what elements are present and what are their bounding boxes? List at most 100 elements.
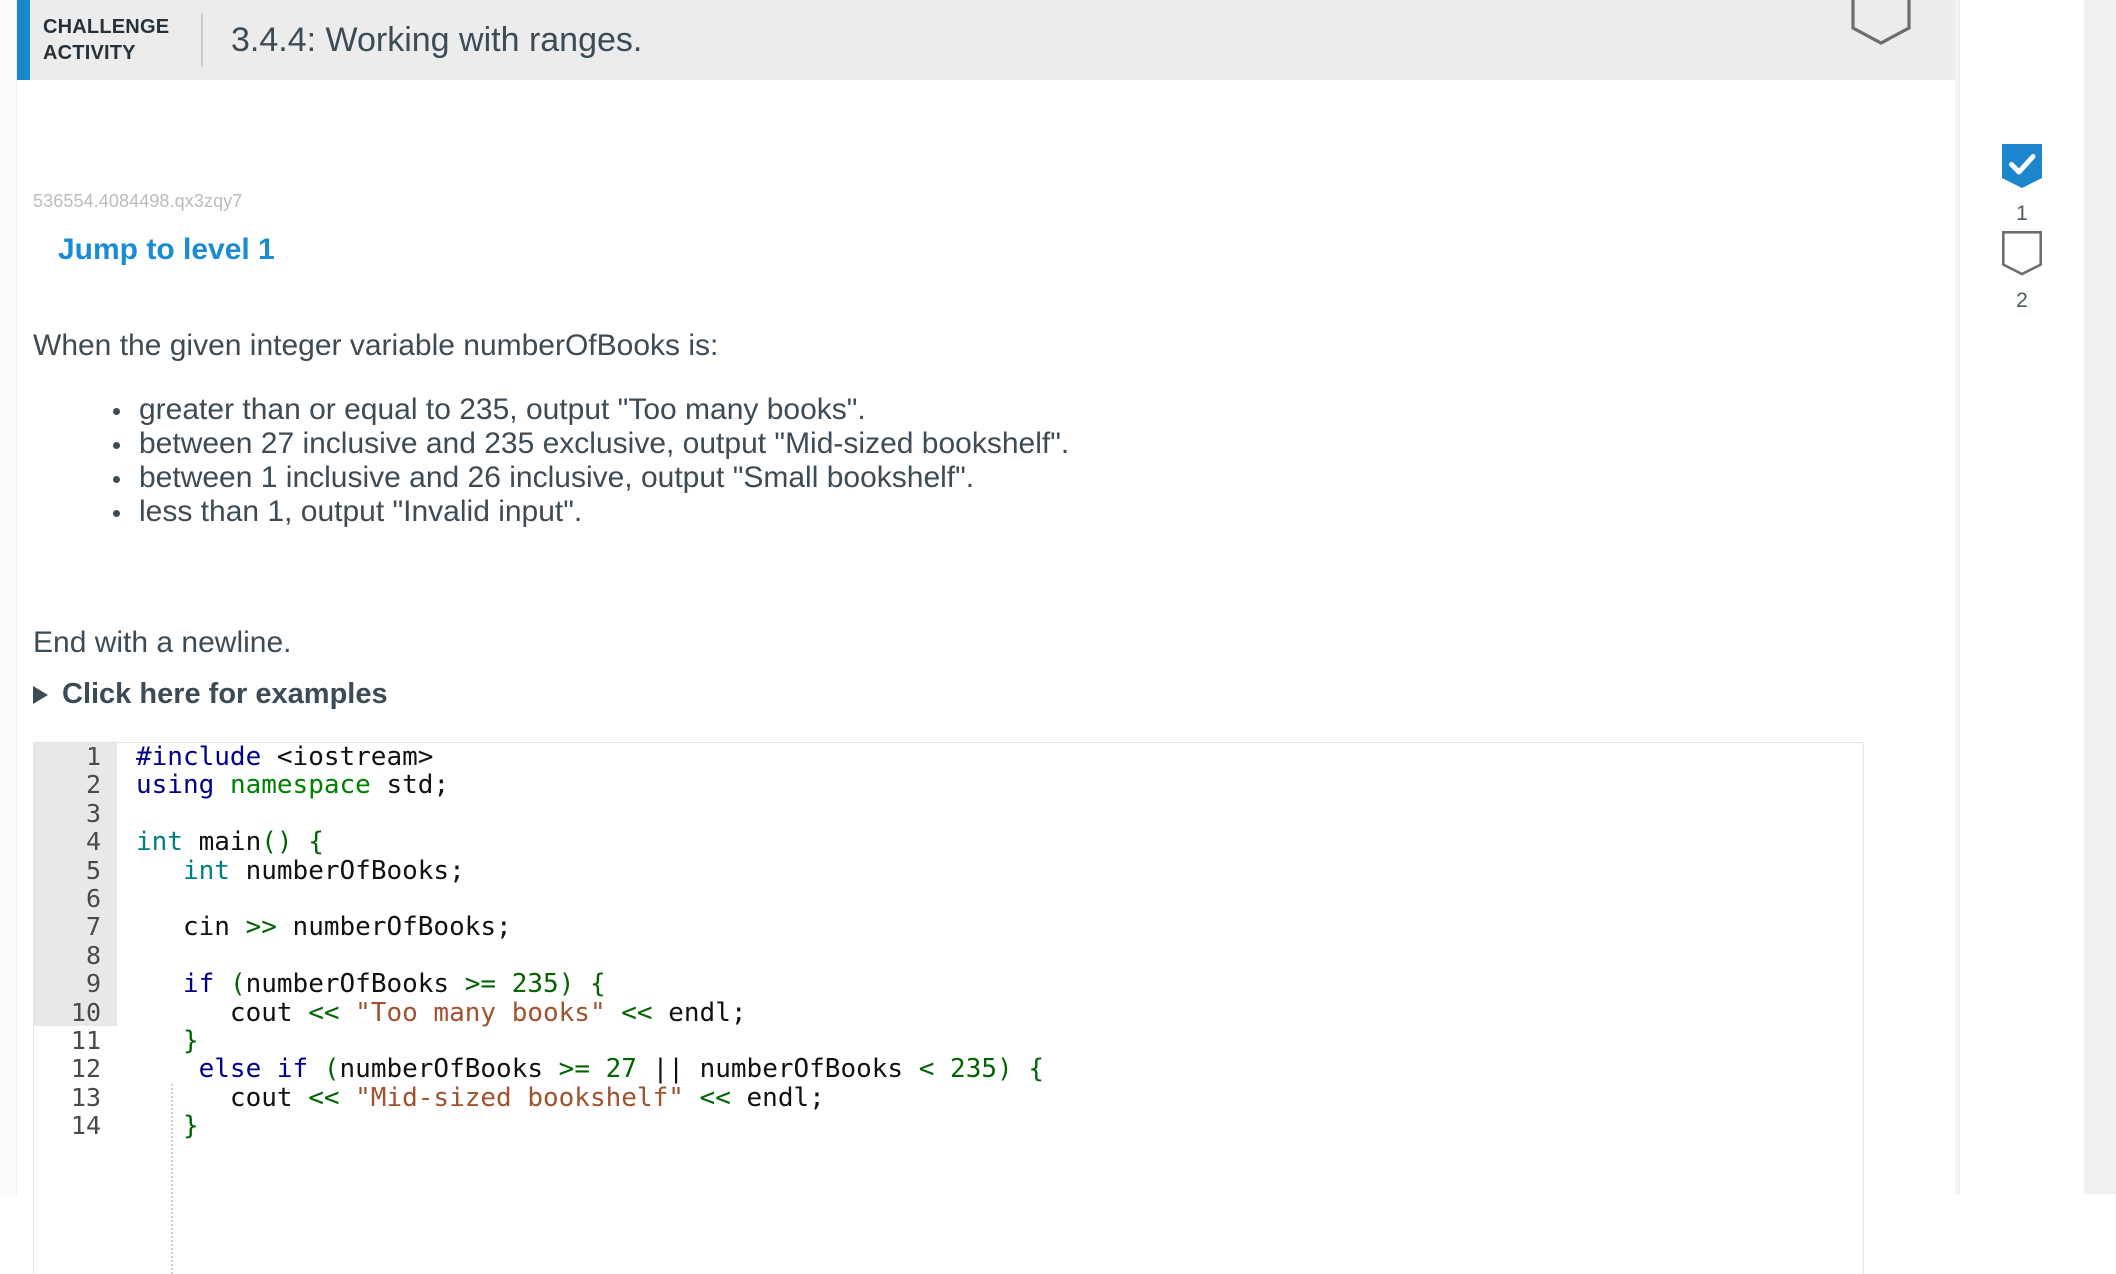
- code-token: {: [590, 969, 606, 1000]
- progress-step-1[interactable]: 1: [1960, 144, 2084, 226]
- line-number: 2: [85, 770, 101, 800]
- progress-step-2-label: 2: [2016, 289, 2028, 312]
- line-number: 12: [70, 1054, 101, 1084]
- page-left-edge: [0, 0, 17, 1194]
- code-line[interactable]: 10 cout << "Too many books" << endl;: [34, 997, 1863, 1028]
- code-token: cin: [136, 912, 246, 943]
- code-token: std;: [370, 770, 450, 801]
- code-line[interactable]: 3: [34, 798, 1863, 828]
- code-line-source: cout << "Mid-sized bookshelf" << endl;: [117, 1082, 825, 1113]
- code-token: numberOfBooks: [699, 1054, 919, 1085]
- requirements-list: greater than or equal to 235, output "To…: [33, 393, 1069, 528]
- code-token: endl;: [652, 997, 747, 1028]
- line-number: 11: [70, 1025, 101, 1055]
- list-item: between 27 inclusive and 235 exclusive, …: [33, 427, 1069, 460]
- code-token: ): [558, 969, 575, 1000]
- code-token: if: [182, 969, 215, 1000]
- code-token: namespace: [229, 770, 371, 801]
- page-right-edge: [2084, 0, 2116, 1194]
- code-token: 27: [605, 1054, 637, 1085]
- code-line[interactable]: 2 using namespace std;: [34, 770, 1863, 800]
- code-line[interactable]: 12 else if (numberOfBooks >= 27 || numbe…: [34, 1054, 1863, 1085]
- line-number: 3: [85, 798, 101, 828]
- code-line[interactable]: 11 }: [34, 1025, 1863, 1056]
- examples-disclosure-toggle[interactable]: Click here for examples: [33, 678, 388, 711]
- list-item: less than 1, output "Invalid input".: [33, 495, 1069, 528]
- code-line-source: using namespace std;: [117, 771, 449, 799]
- code-line-source: if (numberOfBooks >= 235) {: [117, 970, 606, 998]
- line-number: 1: [85, 743, 101, 771]
- code-token: int: [182, 855, 230, 886]
- line-number: 13: [70, 1082, 101, 1112]
- code-token: }: [182, 1025, 199, 1056]
- code-line[interactable]: 4 int main() {: [34, 827, 1863, 856]
- code-token: ): [997, 1054, 1013, 1085]
- header-kicker-line-2: ACTIVITY: [43, 42, 136, 64]
- code-token: >>: [245, 912, 277, 943]
- code-token: >=: [464, 969, 497, 1000]
- code-line[interactable]: 6: [34, 883, 1863, 913]
- jump-to-level-link[interactable]: Jump to level 1: [58, 233, 275, 267]
- header-divider: [201, 13, 203, 67]
- code-token: #include: [136, 743, 262, 772]
- activity-header: CHALLENGE ACTIVITY 3.4.4: Working with r…: [17, 0, 1955, 80]
- list-item: greater than or equal to 235, output "To…: [33, 393, 1069, 426]
- code-token: numberOfBooks: [245, 969, 465, 1000]
- code-line[interactable]: 1 #include <iostream>: [34, 743, 1863, 771]
- progress-step-1-label: 1: [2016, 202, 2028, 225]
- code-line[interactable]: 14 }: [34, 1111, 1863, 1141]
- code-token: "Mid-sized bookshelf": [355, 1082, 684, 1113]
- code-line[interactable]: 7 cin >> numberOfBooks;: [34, 912, 1863, 942]
- code-line[interactable]: 13 cout << "Mid-sized bookshelf" << endl…: [34, 1082, 1863, 1113]
- code-token: 235: [950, 1054, 998, 1085]
- code-token: <<: [308, 997, 340, 1028]
- code-line-source: int numberOfBooks;: [117, 855, 465, 886]
- line-number: 6: [85, 883, 101, 913]
- code-token: {: [308, 827, 324, 858]
- line-number: 9: [85, 969, 101, 999]
- code-token: "Too many books": [355, 997, 606, 1028]
- challenge-activity-card: CHALLENGE ACTIVITY 3.4.4: Working with r…: [17, 0, 1955, 1274]
- header-bookmark-icon[interactable]: [1850, 0, 1912, 50]
- code-line[interactable]: 5 int numberOfBooks;: [34, 855, 1863, 886]
- line-number: 10: [70, 997, 101, 1027]
- code-editor[interactable]: 1 #include <iostream> 2 using namespace std…: [34, 743, 1863, 1274]
- code-line-source: cout << "Too many books" << endl;: [117, 997, 747, 1028]
- code-line-source: int main() {: [117, 828, 324, 856]
- header-kicker: CHALLENGE ACTIVITY: [43, 14, 193, 67]
- code-line[interactable]: 9 if (numberOfBooks >= 235) {: [34, 969, 1863, 999]
- code-token: <<: [621, 997, 653, 1028]
- code-lines[interactable]: 1 #include <iostream> 2 using namespace std…: [34, 743, 1863, 1140]
- examples-toggle-label: Click here for examples: [62, 678, 388, 710]
- code-token: <<: [699, 1082, 731, 1113]
- code-token: using: [136, 770, 215, 801]
- progress-step-2[interactable]: 2: [1960, 231, 2084, 313]
- activity-reference-id: 536554.4084498.qx3zqy7: [33, 191, 243, 211]
- bookmark-check-icon: [2002, 144, 2042, 188]
- code-line-source: #include <iostream>: [117, 743, 433, 771]
- code-token: numberOfBooks;: [276, 912, 512, 943]
- line-number: 7: [85, 912, 101, 942]
- code-token: main: [182, 827, 262, 858]
- line-number: 8: [85, 940, 101, 970]
- code-token: 235: [511, 969, 559, 1000]
- code-line[interactable]: 8: [34, 940, 1863, 970]
- code-token: {: [1028, 1054, 1044, 1085]
- code-line-source: cin >> numberOfBooks;: [117, 913, 512, 941]
- code-token: endl;: [730, 1082, 825, 1113]
